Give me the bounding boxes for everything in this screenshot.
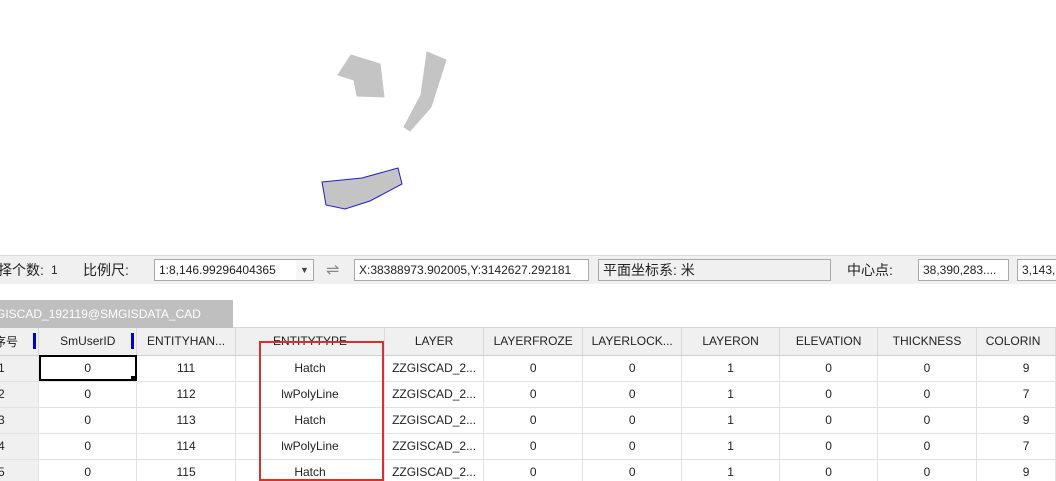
table-cell[interactable]: 0 xyxy=(877,433,977,460)
attribute-table[interactable]: 序号 SmUserID ENTITYHAN... ENTITYTYPE LAYE… xyxy=(0,328,1056,481)
hatch-shape-right[interactable] xyxy=(403,51,447,132)
coordinate-readout: X:38388973.902005,Y:3142627.292181 xyxy=(354,259,589,281)
column-header-layer[interactable]: LAYER xyxy=(384,328,485,356)
table-cell[interactable]: ZZGISCAD_2... xyxy=(384,355,485,382)
table-cell[interactable]: ZZGISCAD_2... xyxy=(384,381,485,408)
table-row[interactable]: 2 0 112 lwPolyLine ZZGISCAD_2... 0 0 1 0… xyxy=(0,381,1056,408)
table-cell[interactable]: 0 xyxy=(38,355,138,382)
table-cell[interactable]: 0 xyxy=(779,381,879,408)
table-cell[interactable]: lwPolyLine xyxy=(235,433,385,460)
table-cell[interactable]: Hatch xyxy=(235,459,385,481)
table-row[interactable]: 3 0 113 Hatch ZZGISCAD_2... 0 0 1 0 0 9 xyxy=(0,407,1056,434)
table-cell[interactable]: 0 xyxy=(483,459,584,481)
column-header-layeron[interactable]: LAYERON xyxy=(681,328,781,356)
column-header-smuserid[interactable]: SmUserID xyxy=(38,328,138,356)
scale-label: 比例尺: xyxy=(83,262,129,278)
table-cell[interactable]: lwPolyLine xyxy=(235,381,385,408)
table-cell[interactable]: 0 xyxy=(877,355,977,382)
table-cell[interactable]: 0 xyxy=(779,355,879,382)
table-cell[interactable]: 0 xyxy=(779,433,879,460)
map-canvas[interactable] xyxy=(0,0,1056,255)
table-header-row: 序号 SmUserID ENTITYHAN... ENTITYTYPE LAYE… xyxy=(0,328,1056,356)
table-cell[interactable]: 0 xyxy=(38,407,138,434)
table-cell[interactable]: 1 xyxy=(681,355,781,382)
table-cell[interactable]: 0 xyxy=(779,407,879,434)
table-cell[interactable]: 0 xyxy=(483,355,584,382)
table-cell[interactable]: 1 xyxy=(681,433,781,460)
selected-count-value: 1 xyxy=(51,263,58,277)
table-cell[interactable]: 115 xyxy=(136,459,237,481)
table-cell[interactable]: 1 xyxy=(681,407,781,434)
map-drawing[interactable] xyxy=(0,0,1056,255)
table-cell[interactable]: 0 xyxy=(38,381,138,408)
table-cell[interactable]: Hatch xyxy=(235,355,385,382)
table-cell[interactable]: 113 xyxy=(136,407,237,434)
table-cell[interactable]: 7 xyxy=(976,381,1056,408)
column-header-layerlock[interactable]: LAYERLOCK... xyxy=(582,328,683,356)
table-row[interactable]: 1 0 111 Hatch ZZGISCAD_2... 0 0 1 0 0 9 xyxy=(0,355,1056,382)
swap-icon[interactable]: ⇌ xyxy=(326,256,339,285)
table-cell[interactable]: 1 xyxy=(681,459,781,481)
table-cell[interactable]: 0 xyxy=(779,459,879,481)
column-marker xyxy=(131,333,135,349)
row-index-cell[interactable]: 5 xyxy=(0,459,40,481)
selected-count-label: 择个数: xyxy=(0,262,44,278)
column-header-elevation[interactable]: ELEVATION xyxy=(779,328,879,356)
table-cell[interactable]: 111 xyxy=(136,355,237,382)
data-table: 序号 SmUserID ENTITYHAN... ENTITYTYPE LAYE… xyxy=(0,328,1056,481)
column-marker xyxy=(33,333,37,349)
row-index-cell[interactable]: 2 xyxy=(0,381,40,408)
table-cell[interactable]: 0 xyxy=(582,355,683,382)
table-cell[interactable]: 114 xyxy=(136,433,237,460)
table-row[interactable]: 5 0 115 Hatch ZZGISCAD_2... 0 0 1 0 0 9 xyxy=(0,459,1056,481)
table-cell[interactable]: 0 xyxy=(38,433,138,460)
table-cell[interactable]: 9 xyxy=(976,459,1056,481)
table-cell[interactable]: ZZGISCAD_2... xyxy=(384,433,485,460)
column-header-thickness[interactable]: THICKNESS xyxy=(877,328,977,356)
table-cell[interactable]: 0 xyxy=(582,459,683,481)
table-cell[interactable]: 0 xyxy=(877,407,977,434)
table-cell[interactable]: 0 xyxy=(483,381,584,408)
table-row[interactable]: 4 0 114 lwPolyLine ZZGISCAD_2... 0 0 1 0… xyxy=(0,433,1056,460)
table-cell[interactable]: 0 xyxy=(877,381,977,408)
chevron-down-icon: ▼ xyxy=(300,265,309,275)
tab-attribute-table[interactable]: GISCAD_192119@SMGISDATA_CAD xyxy=(0,300,233,328)
table-cell[interactable]: Hatch xyxy=(235,407,385,434)
column-header-colorindex[interactable]: COLORIN xyxy=(976,328,1056,356)
table-cell[interactable]: 1 xyxy=(681,381,781,408)
table-cell[interactable]: 7 xyxy=(976,433,1056,460)
table-cell[interactable]: 0 xyxy=(582,381,683,408)
hatch-shape-left[interactable] xyxy=(337,54,385,98)
column-header-entitytype[interactable]: ENTITYTYPE xyxy=(235,328,385,356)
column-header-layerfroze[interactable]: LAYERFROZE xyxy=(483,328,584,356)
table-cell[interactable]: 0 xyxy=(483,407,584,434)
row-index-cell[interactable]: 1 xyxy=(0,355,40,382)
table-cell[interactable]: 0 xyxy=(877,459,977,481)
status-bar: 择个数: 1 比例尺: 1:8,146.99296404365 ▼ ⇌ X:38… xyxy=(0,255,1056,284)
tab-strip: GISCAD_192119@SMGISDATA_CAD xyxy=(0,284,1056,328)
center-label: 中心点: xyxy=(847,262,893,278)
table-cell[interactable]: 9 xyxy=(976,355,1056,382)
column-header-entityhandle[interactable]: ENTITYHAN... xyxy=(136,328,237,356)
center-x-field[interactable]: 38,390,283.... xyxy=(918,259,1009,281)
scale-combobox[interactable]: 1:8,146.99296404365 xyxy=(154,259,297,281)
table-cell[interactable]: 0 xyxy=(582,407,683,434)
table-cell[interactable]: ZZGISCAD_2... xyxy=(384,407,485,434)
tab-label: GISCAD_192119@SMGISDATA_CAD xyxy=(0,307,201,321)
table-cell[interactable]: 0 xyxy=(38,459,138,481)
center-y-field[interactable]: 3,143, xyxy=(1017,259,1056,281)
table-cell[interactable]: 9 xyxy=(976,407,1056,434)
coordinate-system-field[interactable]: 平面坐标系: 米 xyxy=(598,259,831,281)
selected-polyline-shape[interactable] xyxy=(321,167,403,210)
table-cell[interactable]: 112 xyxy=(136,381,237,408)
table-cell[interactable]: ZZGISCAD_2... xyxy=(384,459,485,481)
table-cell[interactable]: 0 xyxy=(582,433,683,460)
scale-dropdown-button[interactable]: ▼ xyxy=(296,259,314,281)
table-cell[interactable]: 0 xyxy=(483,433,584,460)
row-index-cell[interactable]: 4 xyxy=(0,433,40,460)
column-header-index[interactable]: 序号 xyxy=(0,328,40,356)
row-index-cell[interactable]: 3 xyxy=(0,407,40,434)
